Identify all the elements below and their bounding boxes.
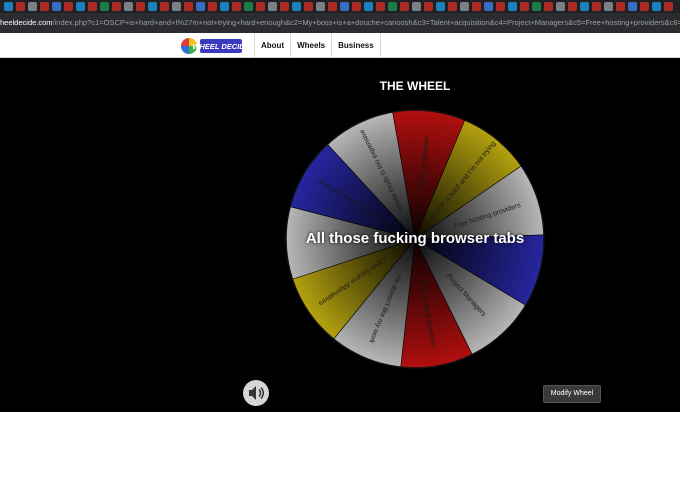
browser-tab[interactable]	[4, 2, 13, 11]
browser-tab[interactable]	[52, 2, 61, 11]
browser-tab[interactable]	[220, 2, 229, 11]
speaker-icon	[249, 386, 264, 400]
browser-tab[interactable]	[232, 2, 241, 11]
wheel-title: THE WHEEL	[379, 79, 451, 93]
browser-tab[interactable]	[88, 2, 97, 11]
browser-tab[interactable]	[76, 2, 85, 11]
modify-wheel-button[interactable]: Modify Wheel	[543, 385, 601, 403]
browser-tab[interactable]	[412, 2, 421, 11]
url-path: /index.php?c1=OSCP+is+hard+and+I%27m+not…	[52, 18, 680, 27]
nav-about[interactable]: About	[254, 33, 290, 58]
browser-tab[interactable]	[352, 2, 361, 11]
browser-tab[interactable]	[388, 2, 397, 11]
browser-tab[interactable]	[280, 2, 289, 11]
browser-tab[interactable]	[400, 2, 409, 11]
site-nav: About Wheels Business	[254, 33, 381, 58]
browser-tab[interactable]	[112, 2, 121, 11]
browser-tab[interactable]	[64, 2, 73, 11]
browser-tab[interactable]	[160, 2, 169, 11]
logo-graphic: WHEEL DECIDE	[181, 38, 251, 54]
browser-tab[interactable]	[340, 2, 349, 11]
wheel-result: All those fucking browser tabs	[305, 230, 525, 247]
browser-tab[interactable]	[28, 2, 37, 11]
browser-tab[interactable]	[628, 2, 637, 11]
browser-tab[interactable]	[508, 2, 517, 11]
browser-tab[interactable]	[640, 2, 649, 11]
nav-business[interactable]: Business	[331, 33, 381, 58]
page-body	[0, 412, 680, 499]
browser-tab[interactable]	[40, 2, 49, 11]
browser-tab[interactable]	[328, 2, 337, 11]
browser-tab[interactable]	[556, 2, 565, 11]
browser-tab[interactable]	[544, 2, 553, 11]
browser-tab[interactable]	[268, 2, 277, 11]
browser-tab[interactable]	[568, 2, 577, 11]
browser-tab[interactable]	[124, 2, 133, 11]
browser-tab[interactable]	[136, 2, 145, 11]
url-host: heeldecide.com	[0, 18, 53, 27]
browser-tab[interactable]	[604, 2, 613, 11]
nav-wheels[interactable]: Wheels	[290, 33, 331, 58]
browser-tab[interactable]	[316, 2, 325, 11]
browser-tab-strip[interactable]	[0, 0, 680, 13]
browser-tab[interactable]	[592, 2, 601, 11]
browser-tab[interactable]	[448, 2, 457, 11]
wheel-stage: THE WHEEL Talent acquisition OSCP is hard…	[0, 58, 680, 412]
browser-tab[interactable]	[616, 2, 625, 11]
browser-tab[interactable]	[520, 2, 529, 11]
site-header: WHEEL DECIDE About Wheels Business	[0, 33, 680, 58]
sound-toggle-button[interactable]	[243, 380, 269, 406]
browser-tab[interactable]	[376, 2, 385, 11]
browser-tab[interactable]	[256, 2, 265, 11]
browser-tab[interactable]	[364, 2, 373, 11]
browser-tab[interactable]	[244, 2, 253, 11]
browser-tab[interactable]	[148, 2, 157, 11]
browser-tab[interactable]	[532, 2, 541, 11]
address-bar[interactable]: heeldecide.com/index.php?c1=OSCP+is+hard…	[0, 13, 680, 33]
browser-tab[interactable]	[172, 2, 181, 11]
browser-tab[interactable]	[496, 2, 505, 11]
browser-tab[interactable]	[292, 2, 301, 11]
browser-tab[interactable]	[472, 2, 481, 11]
browser-tab[interactable]	[208, 2, 217, 11]
logo-text: WHEEL DECIDE	[192, 42, 244, 51]
browser-tab[interactable]	[424, 2, 433, 11]
browser-tab[interactable]	[580, 2, 589, 11]
browser-tab[interactable]	[652, 2, 661, 11]
browser-tab[interactable]	[460, 2, 469, 11]
browser-tab[interactable]	[184, 2, 193, 11]
browser-tab[interactable]	[304, 2, 313, 11]
browser-tab[interactable]	[664, 2, 673, 11]
browser-tab[interactable]	[16, 2, 25, 11]
browser-tab[interactable]	[100, 2, 109, 11]
browser-tab[interactable]	[436, 2, 445, 11]
site-logo[interactable]: WHEEL DECIDE	[180, 36, 251, 56]
browser-tab[interactable]	[196, 2, 205, 11]
browser-tab[interactable]	[484, 2, 493, 11]
